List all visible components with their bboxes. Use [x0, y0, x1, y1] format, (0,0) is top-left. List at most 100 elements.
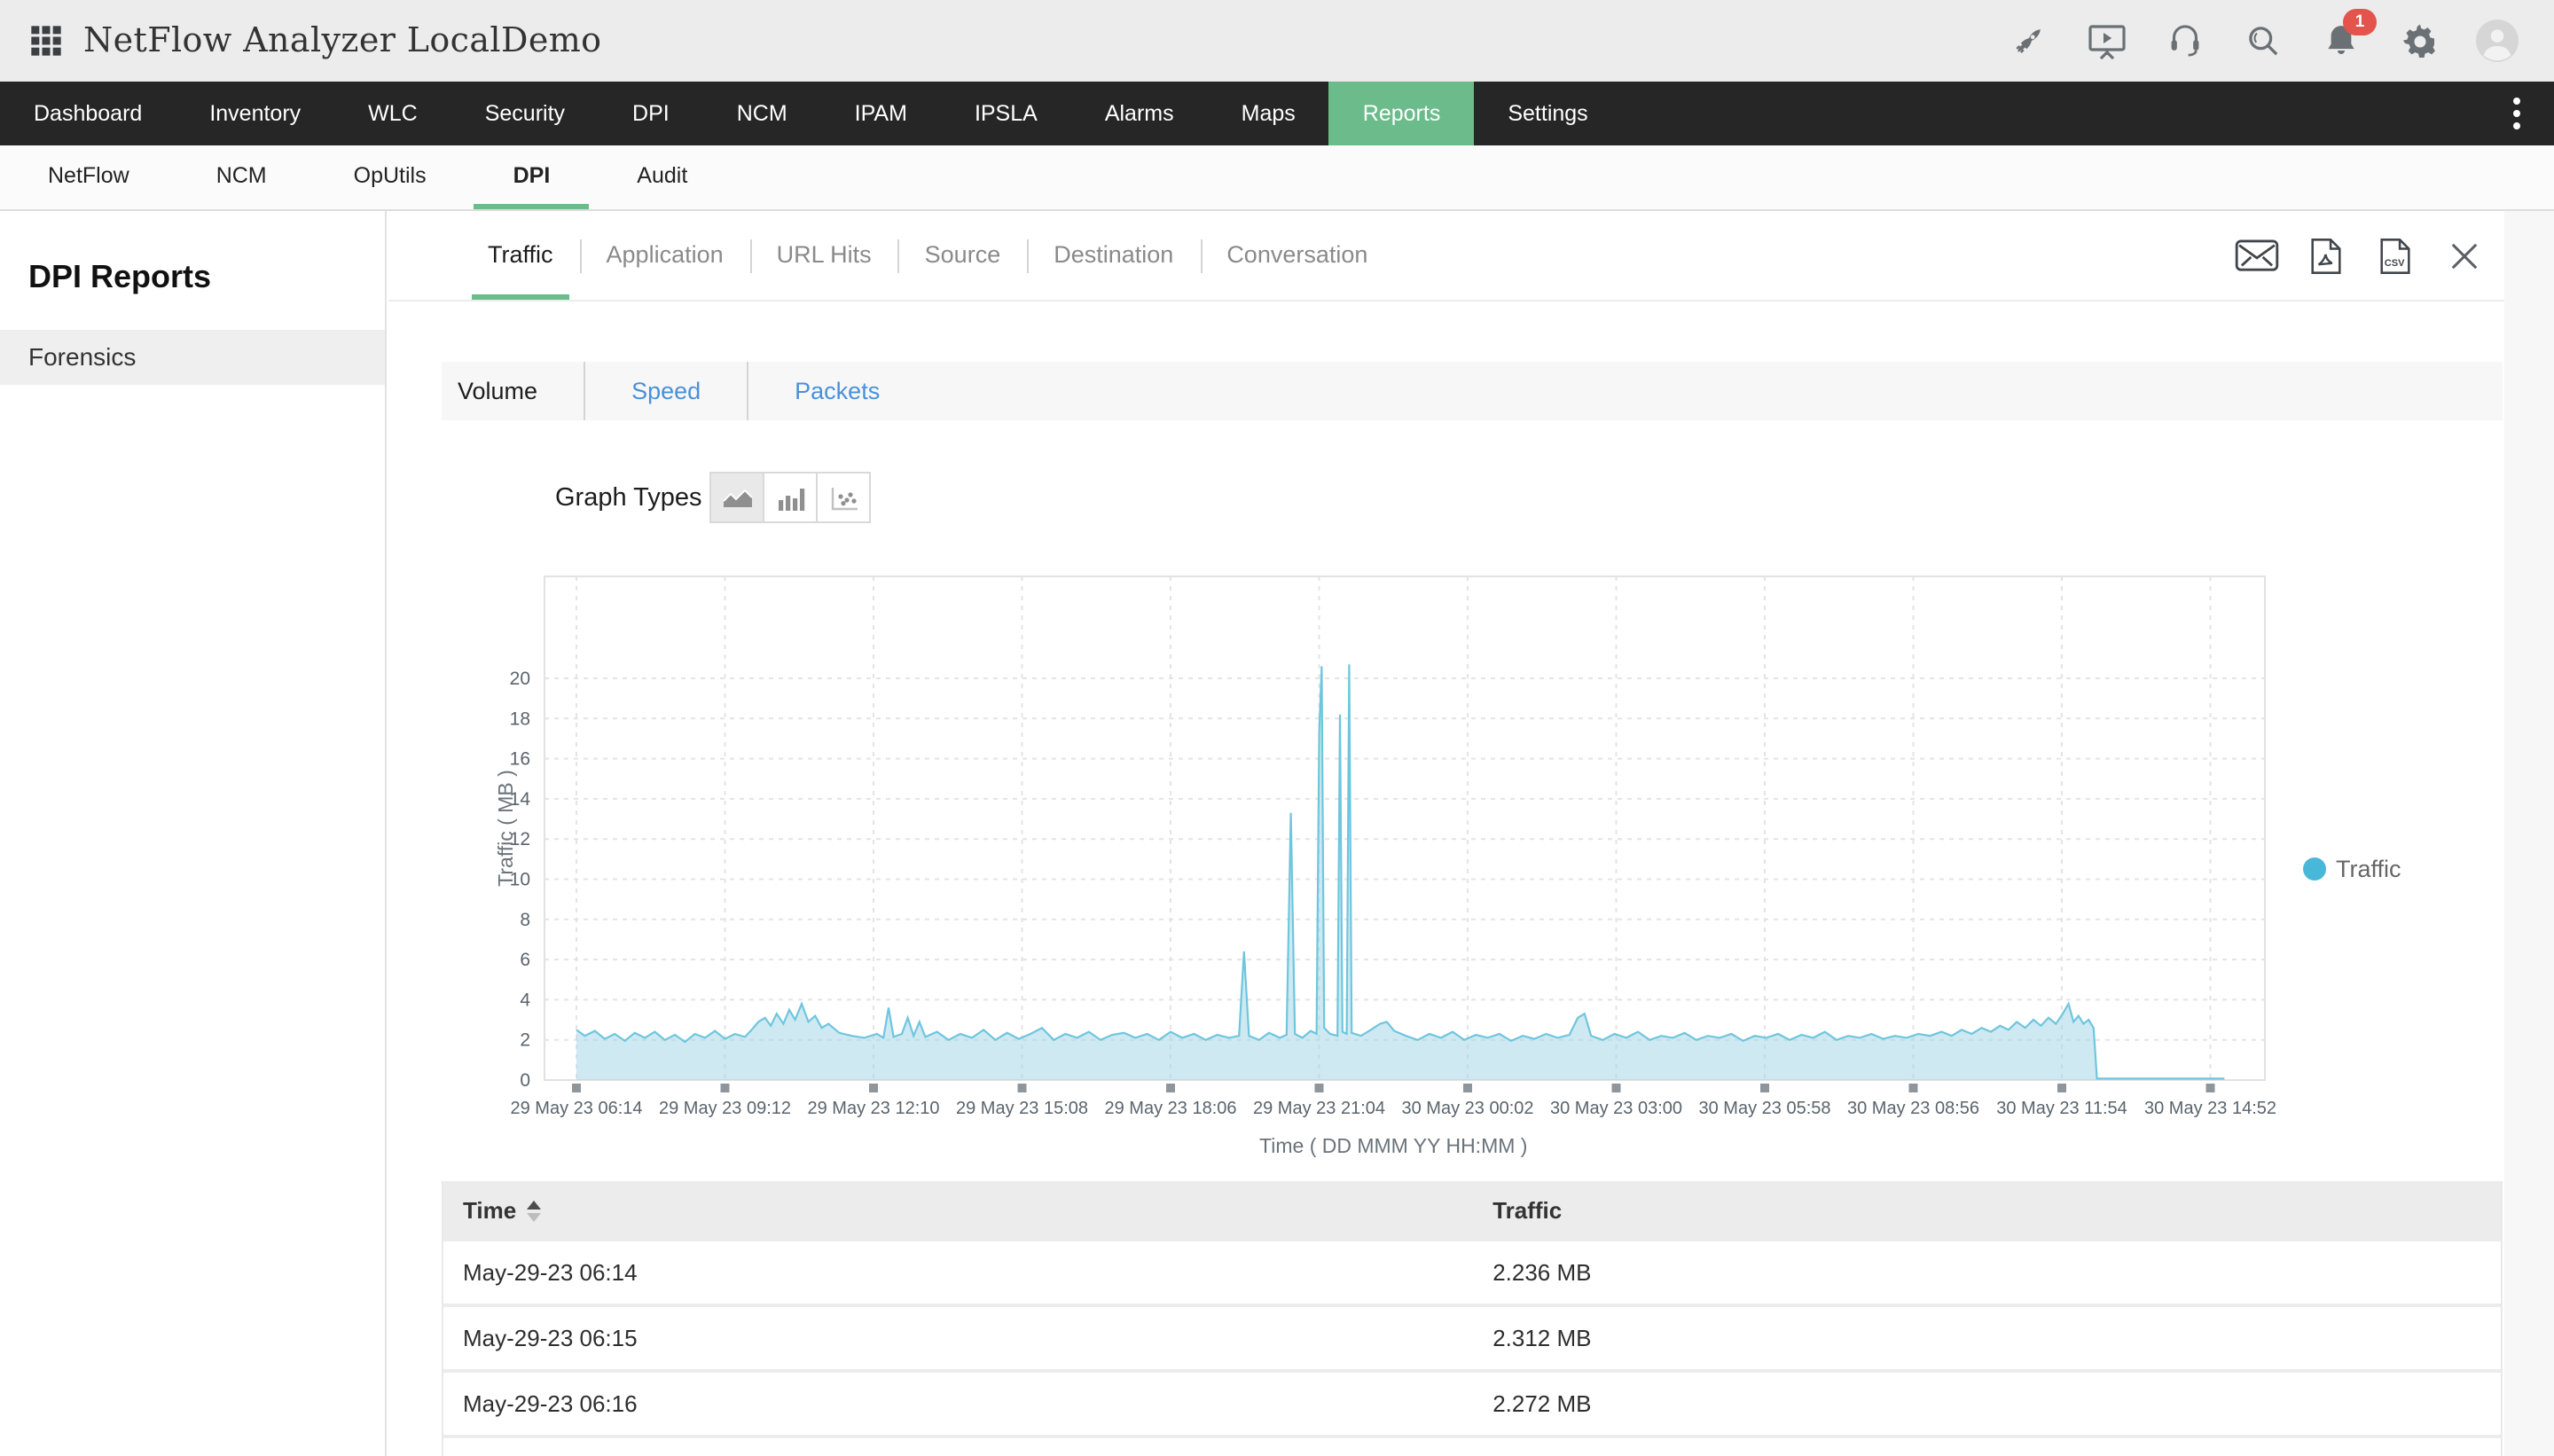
- x-tick-marker: [2206, 1084, 2215, 1092]
- subnav-item-audit[interactable]: Audit: [598, 145, 726, 209]
- x-tick-marker: [2057, 1084, 2066, 1092]
- subnav-item-dpi[interactable]: DPI: [474, 145, 590, 209]
- y-tick-label: 8: [520, 910, 530, 930]
- y-tick-label: 2: [520, 1030, 530, 1051]
- subnav-item-ncm[interactable]: NCM: [177, 145, 306, 209]
- nav-item-ipsla[interactable]: IPSLA: [941, 82, 1071, 145]
- nav-item-wlc[interactable]: WLC: [334, 82, 451, 145]
- page-title: NetFlow Analyzer LocalDemo: [83, 21, 601, 60]
- x-tick-label: 30 May 23 11:54: [1996, 1099, 2127, 1118]
- metric-tabs: VolumeSpeedPackets: [442, 362, 2503, 420]
- nav-item-alarms[interactable]: Alarms: [1071, 82, 1208, 145]
- tab-destination[interactable]: Destination: [1027, 211, 1200, 300]
- x-tick-label: 30 May 23 14:52: [2144, 1099, 2276, 1118]
- cell-time: May-29-23 06:15: [463, 1307, 638, 1369]
- metric-tab-volume[interactable]: Volume: [442, 362, 584, 420]
- graph-type-bar-button[interactable]: [763, 472, 818, 523]
- table-row: May-29-23 06:15 2.312 MB: [443, 1307, 2501, 1373]
- x-tick-label: 29 May 23 18:06: [1105, 1099, 1237, 1118]
- x-tick-label: 30 May 23 03:00: [1550, 1099, 1682, 1118]
- module-subnav: NetFlowNCMOpUtilsDPIAudit: [0, 145, 2554, 211]
- nav-item-inventory[interactable]: Inventory: [176, 82, 334, 145]
- report-panel: TrafficApplicationURL HitsSourceDestinat…: [388, 211, 2504, 1456]
- nav-item-ncm[interactable]: NCM: [703, 82, 821, 145]
- settings-icon[interactable]: [2398, 20, 2440, 62]
- x-tick-marker: [1463, 1084, 1472, 1092]
- sidebar-item-forensics[interactable]: Forensics: [0, 330, 385, 385]
- tab-application[interactable]: Application: [580, 211, 750, 300]
- nav-item-reports[interactable]: Reports: [1329, 82, 1475, 145]
- y-tick-label: 18: [510, 708, 530, 729]
- nav-item-security[interactable]: Security: [451, 82, 599, 145]
- nav-item-ipam[interactable]: IPAM: [821, 82, 941, 145]
- traffic-area-chart: 0246810121416182029 May 23 06:1429 May 2…: [388, 532, 2504, 1163]
- table-row: [443, 1438, 2501, 1456]
- traffic-area-fill: [576, 664, 2224, 1080]
- graph-type-scatter-button[interactable]: [816, 472, 871, 523]
- nav-item-settings[interactable]: Settings: [1474, 82, 1621, 145]
- x-tick-marker: [572, 1084, 581, 1092]
- y-axis-title: Traffic ( MB ): [494, 770, 517, 887]
- apps-grid-icon[interactable]: [27, 21, 66, 60]
- graph-type-area-button[interactable]: [709, 472, 764, 523]
- email-icon[interactable]: [2233, 232, 2279, 278]
- x-tick-marker: [721, 1084, 730, 1092]
- chart-svg: 0246810121416182029 May 23 06:1429 May 2…: [388, 532, 2504, 1163]
- metric-tab-packets[interactable]: Packets: [747, 362, 926, 420]
- x-tick-marker: [1760, 1084, 1769, 1092]
- x-tick-label: 30 May 23 08:56: [1847, 1099, 1979, 1118]
- x-tick-marker: [1018, 1084, 1027, 1092]
- x-tick-marker: [869, 1084, 878, 1092]
- subnav-item-oputils[interactable]: OpUtils: [315, 145, 466, 209]
- x-tick-label: 29 May 23 06:14: [511, 1099, 643, 1118]
- close-icon[interactable]: [2440, 232, 2487, 278]
- cell-traffic: 2.272 MB: [1492, 1373, 1591, 1435]
- traffic-area-line: [576, 664, 2224, 1078]
- column-header-traffic[interactable]: Traffic: [1492, 1181, 1562, 1241]
- support-icon[interactable]: [2164, 20, 2206, 62]
- table-row: May-29-23 06:16 2.272 MB: [443, 1373, 2501, 1438]
- tab-url-hits[interactable]: URL Hits: [750, 211, 898, 300]
- cell-time: May-29-23 06:16: [463, 1373, 638, 1435]
- main-navbar: DashboardInventoryWLCSecurityDPINCMIPAMI…: [0, 82, 2554, 145]
- column-header-time[interactable]: Time: [463, 1181, 541, 1241]
- sidebar: DPI Reports Forensics: [0, 211, 387, 1456]
- legend-label[interactable]: Traffic: [2336, 856, 2401, 882]
- nav-item-maps[interactable]: Maps: [1208, 82, 1329, 145]
- svg-text:CSV: CSV: [2384, 257, 2404, 268]
- x-tick-label: 29 May 23 15:08: [956, 1099, 1088, 1118]
- nav-item-dpi[interactable]: DPI: [599, 82, 703, 145]
- legend-dot: [2303, 857, 2326, 881]
- cell-traffic: 2.312 MB: [1492, 1307, 1591, 1369]
- video-tour-icon[interactable]: [2086, 20, 2128, 62]
- top-header: NetFlow Analyzer LocalDemo 1: [0, 0, 2554, 82]
- user-icon[interactable]: [2476, 20, 2519, 62]
- more-options-icon[interactable]: [2497, 82, 2536, 145]
- export-csv-icon[interactable]: CSV: [2371, 232, 2417, 278]
- metric-tab-speed[interactable]: Speed: [584, 362, 747, 420]
- tab-source[interactable]: Source: [898, 211, 1028, 300]
- report-tabs-row: TrafficApplicationURL HitsSourceDestinat…: [388, 211, 2504, 301]
- nav-item-dashboard[interactable]: Dashboard: [0, 82, 176, 145]
- graph-types-row: Graph Types: [388, 466, 2504, 532]
- tab-conversation[interactable]: Conversation: [1200, 211, 1394, 300]
- tab-traffic[interactable]: Traffic: [461, 211, 580, 300]
- cell-traffic: 2.236 MB: [1492, 1241, 1591, 1303]
- right-gutter: [2504, 211, 2554, 1456]
- launch-icon[interactable]: [2008, 20, 2050, 62]
- x-tick-marker: [1166, 1084, 1175, 1092]
- sidebar-title: DPI Reports: [28, 259, 385, 296]
- x-tick-label: 30 May 23 05:58: [1699, 1099, 1831, 1118]
- header-icon-bar: 1: [2008, 0, 2519, 82]
- y-tick-label: 4: [520, 990, 530, 1010]
- export-pdf-icon[interactable]: [2302, 232, 2348, 278]
- search-icon[interactable]: [2242, 20, 2284, 62]
- notifications-icon[interactable]: 1: [2320, 20, 2362, 62]
- notification-badge: 1: [2343, 9, 2377, 35]
- graph-types-label: Graph Types: [555, 466, 702, 532]
- app-viewport: NetFlow Analyzer LocalDemo 1 DashboardIn…: [0, 0, 2554, 1456]
- x-tick-label: 30 May 23 00:02: [1402, 1099, 1534, 1118]
- x-tick-label: 29 May 23 21:04: [1253, 1099, 1385, 1118]
- subnav-item-netflow[interactable]: NetFlow: [9, 145, 168, 209]
- y-tick-label: 20: [510, 669, 530, 689]
